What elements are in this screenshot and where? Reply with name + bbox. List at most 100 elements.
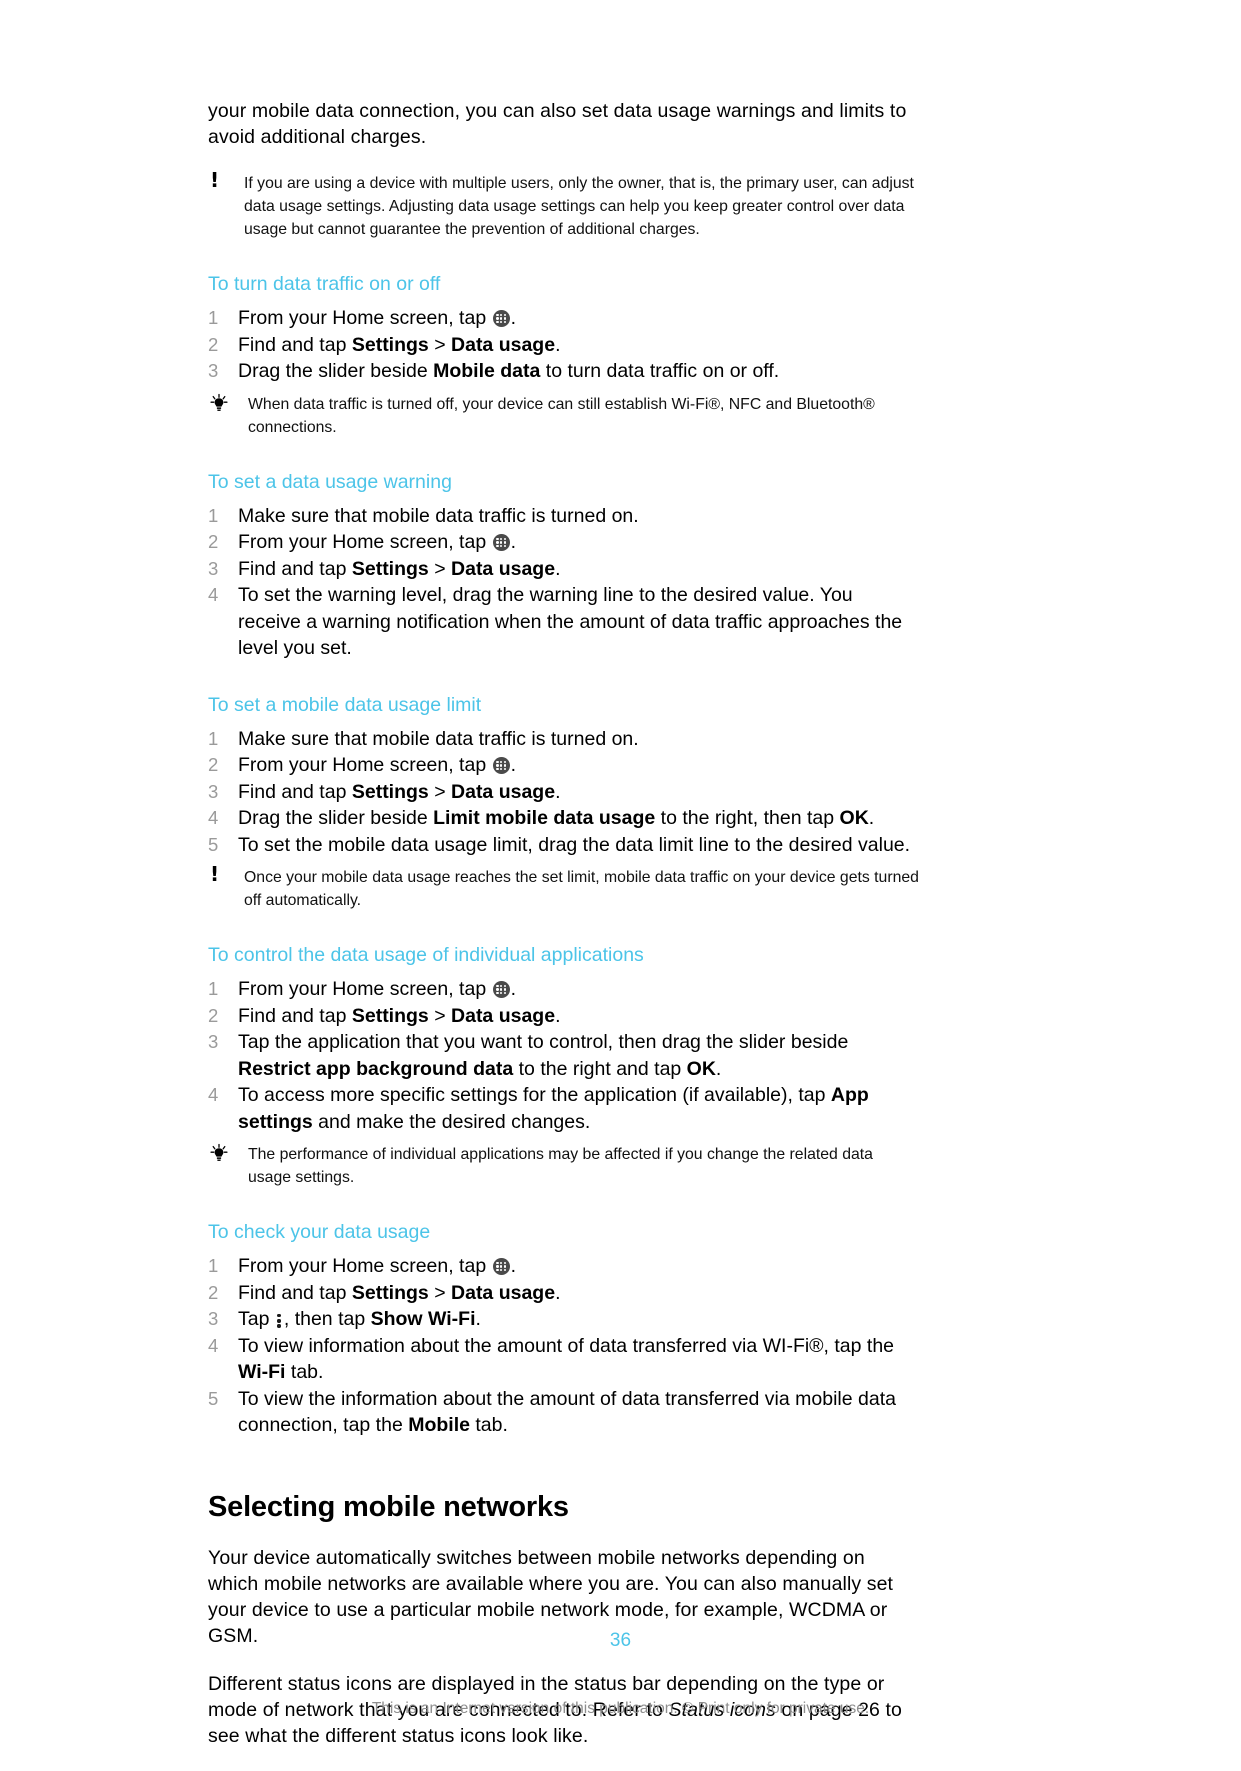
note-text: If you are using a device with multiple …: [244, 175, 914, 238]
list-item: 3 Tap the application that you want to co…: [208, 1029, 920, 1082]
step-list-check-data-usage: 1 From your Home screen, tap . 2 Find and …: [208, 1253, 920, 1439]
list-item: 1 Make sure that mobile data traffic is t…: [208, 726, 920, 753]
step-bold-term: OK: [686, 1057, 716, 1080]
manual-page: your mobile data connection, you can als…: [0, 0, 1241, 1754]
step-text-end: .: [555, 780, 561, 803]
step-text-end: .: [555, 333, 561, 356]
list-item: 4 Drag the slider beside Limit mobile dat…: [208, 805, 920, 832]
step-text-end: .: [555, 1004, 561, 1027]
step-text: To access more specific settings for the…: [238, 1084, 831, 1106]
intro-paragraph: your mobile data connection, you can als…: [208, 100, 907, 148]
list-item: 3 Drag the slider beside Mobile data to t…: [208, 358, 920, 385]
list-item: 2 Find and tap Settings > Data usage.: [208, 1280, 920, 1307]
step-bold-term: Settings: [351, 780, 429, 803]
step-text: Make sure that mobile data traffic is tu…: [238, 727, 639, 750]
section-heading-turn-data-traffic: To turn data traffic on or off: [208, 273, 441, 295]
step-bold-term: Data usage: [451, 1281, 556, 1304]
footer-note: This is an Internet version of this publ…: [371, 1700, 870, 1717]
note-text: Once your mobile data usage reaches the …: [244, 869, 919, 909]
step-text: Find and tap: [238, 1004, 352, 1027]
list-item: 2 From your Home screen, tap .: [208, 752, 920, 779]
step-text: To view the information about the amount…: [238, 1387, 896, 1437]
list-item: 3 Find and tap Settings > Data usage.: [208, 556, 920, 583]
list-item: 2 Find and tap Settings > Data usage.: [208, 332, 920, 359]
step-number: 5: [208, 833, 219, 855]
app-drawer-icon: [492, 981, 510, 998]
step-text-mid: >: [428, 557, 452, 580]
lightbulb-icon: [208, 393, 238, 415]
step-text-end: .: [510, 1255, 517, 1277]
step-text-end: .: [510, 531, 517, 553]
step-text: From your Home screen, tap: [238, 978, 492, 1000]
step-text: To set the warning level, drag the warni…: [238, 584, 903, 659]
step-text-mid: >: [428, 780, 452, 803]
tip-callout-2: The performance of individual applicatio…: [208, 1143, 920, 1189]
step-text: From your Home screen, tap: [238, 307, 492, 329]
step-text: Drag the slider beside: [238, 807, 434, 829]
page-title: Selecting mobile networks: [208, 1490, 569, 1523]
step-text-mid: >: [428, 1004, 452, 1027]
step-number: 2: [208, 531, 219, 552]
step-bold-term: Restrict app background data: [238, 1057, 514, 1080]
step-number: 4: [208, 807, 219, 828]
list-item: 5 To view the information about the amoun…: [208, 1386, 920, 1439]
step-list-turn-data-traffic: 1 From your Home screen, tap . 2 Find and …: [208, 305, 920, 385]
list-item: 2 Find and tap Settings > Data usage.: [208, 1003, 920, 1030]
step-bold-term: Mobile data: [433, 360, 541, 382]
step-number: 3: [208, 780, 219, 802]
step-text-end: .: [475, 1308, 481, 1330]
page-content: your mobile data connection, you can als…: [208, 98, 920, 1771]
step-text: Find and tap: [238, 557, 352, 580]
section-heading-individual-apps: To control the data usage of individual …: [208, 944, 644, 966]
list-item: 5 To set the mobile data usage limit, dra…: [208, 832, 920, 859]
step-text: From your Home screen, tap: [238, 531, 492, 553]
step-bold-term: Settings: [351, 1004, 429, 1027]
step-text-end: tab.: [285, 1361, 324, 1383]
list-item: 4 To view information about the amount of…: [208, 1333, 920, 1386]
step-number: 4: [208, 1334, 219, 1356]
step-bold-term: Limit mobile data usage: [433, 807, 656, 829]
note-callout-1: ! If you are using a device with multipl…: [208, 170, 920, 241]
step-list-individual-apps: 1 From your Home screen, tap . 2 Find and …: [208, 976, 920, 1135]
step-text-mid: >: [428, 333, 452, 356]
step-number: 1: [208, 1255, 219, 1276]
step-number: 2: [208, 1281, 219, 1303]
step-bold-term: Data usage: [451, 557, 556, 580]
list-item: 3 Find and tap Settings > Data usage.: [208, 779, 920, 806]
step-number: 4: [208, 584, 219, 605]
exclamation-icon: !: [210, 862, 220, 886]
step-text: Drag the slider beside: [238, 360, 434, 382]
app-drawer-icon: [492, 1258, 510, 1275]
step-bold-term: Settings: [351, 1281, 429, 1304]
step-text-mid: >: [428, 1281, 452, 1304]
step-bold-term: Settings: [351, 333, 429, 356]
step-text: Find and tap: [238, 780, 352, 803]
step-text: Make sure that mobile data traffic is tu…: [238, 504, 639, 527]
step-number: 3: [208, 557, 219, 579]
step-text-end: tab.: [469, 1414, 508, 1436]
step-text-end: .: [510, 307, 517, 329]
app-drawer-icon: [492, 757, 510, 774]
step-text: Find and tap: [238, 333, 352, 356]
tip-callout-1: When data traffic is turned off, your de…: [208, 393, 920, 439]
step-number: 3: [208, 1031, 219, 1052]
step-text-end: .: [715, 1057, 722, 1080]
step-number: 3: [208, 360, 219, 381]
step-number: 1: [208, 504, 219, 526]
tip-text: The performance of individual applicatio…: [248, 1146, 873, 1186]
page-number: 36: [609, 1630, 632, 1651]
step-text: To set the mobile data usage limit, drag…: [238, 833, 911, 856]
step-text-end: .: [555, 557, 561, 580]
step-number: 4: [208, 1084, 219, 1105]
step-text: From your Home screen, tap: [238, 754, 492, 776]
step-text-end: .: [510, 978, 517, 1000]
section-heading-data-usage-limit: To set a mobile data usage limit: [208, 693, 482, 716]
step-text-end: .: [510, 754, 517, 776]
step-text-end: to turn data traffic on or off.: [540, 360, 780, 382]
app-drawer-icon: [492, 534, 510, 551]
list-item: 4 To set the warning level, drag the warn…: [208, 582, 920, 662]
tip-text: When data traffic is turned off, your de…: [248, 395, 875, 436]
step-text-end: and make the desired changes.: [312, 1110, 591, 1133]
step-number: 2: [208, 1004, 219, 1026]
list-item: 3 Tap , then tap Show Wi-Fi.: [208, 1306, 920, 1333]
